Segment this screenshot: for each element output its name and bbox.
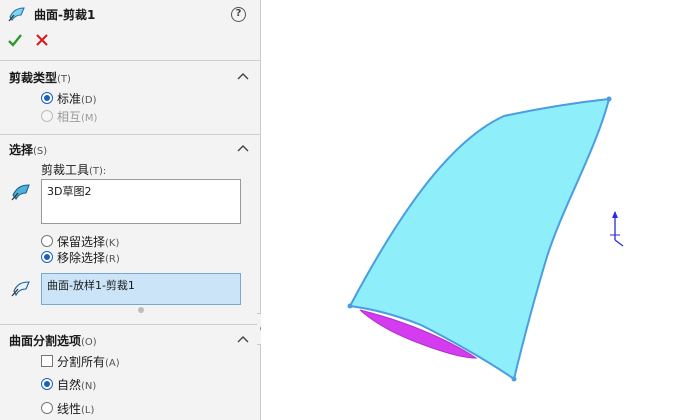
remove-pieces-list[interactable]: 曲面-放样1-剪裁1 — [41, 273, 241, 305]
radio-remove-selection[interactable] — [41, 251, 53, 263]
chevron-up-icon[interactable] — [237, 144, 249, 152]
chevron-up-icon[interactable] — [237, 335, 249, 343]
split-all-checkbox[interactable] — [41, 355, 53, 367]
vertex-point[interactable] — [606, 96, 612, 102]
lofted-surface[interactable] — [348, 97, 611, 381]
divider — [0, 324, 261, 325]
radio-keep-selection[interactable] — [41, 235, 53, 247]
radio-mutual — [41, 110, 53, 122]
radio-linear[interactable] — [41, 402, 53, 414]
radio-keep-selection-label: 保留选择(K) — [57, 235, 120, 249]
surface-trim-icon — [8, 7, 25, 22]
divider — [0, 60, 261, 61]
chevron-up-icon[interactable] — [237, 72, 249, 80]
panel-title: 曲面-剪裁1 — [34, 8, 96, 22]
model-view[interactable] — [261, 0, 700, 420]
remove-pieces-value[interactable]: 曲面-放样1-剪裁1 — [47, 279, 135, 292]
surface-pieces-icon — [11, 281, 30, 297]
selections-group-title[interactable]: 选择(S) — [9, 141, 47, 158]
resize-grip[interactable] — [138, 307, 144, 313]
radio-remove-selection-label: 移除选择(R) — [57, 251, 120, 265]
check-icon[interactable] — [7, 32, 23, 48]
radio-natural[interactable] — [41, 378, 53, 390]
radio-standard[interactable] — [41, 92, 53, 104]
panel-header: 曲面-剪裁1 ? — [0, 0, 261, 28]
graphics-viewport[interactable] — [261, 0, 700, 420]
close-icon[interactable] — [35, 33, 49, 47]
property-manager-panel: 曲面-剪裁1 ? 剪裁类型(T) 标准(D) 相互(M) 选择(S) 剪裁工具(… — [0, 0, 261, 420]
reference-triad-icon — [610, 211, 624, 247]
divider — [0, 134, 261, 135]
trim-tool-icon — [11, 184, 30, 201]
help-icon[interactable]: ? — [231, 7, 246, 22]
vertex-point[interactable] — [511, 376, 517, 382]
split-all-label: 分割所有(A) — [57, 355, 120, 369]
trim-type-group-title[interactable]: 剪裁类型(T) — [9, 69, 71, 86]
radio-mutual-label: 相互(M) — [57, 110, 98, 124]
vertex-point[interactable] — [347, 303, 353, 309]
radio-natural-label: 自然(N) — [57, 378, 97, 392]
split-options-group-title[interactable]: 曲面分割选项(O) — [9, 332, 97, 349]
radio-standard-label: 标准(D) — [57, 92, 97, 106]
trim-tool-label: 剪裁工具(T): — [41, 163, 107, 177]
radio-linear-label: 线性(L) — [57, 402, 95, 416]
trim-tool-list[interactable]: 3D草图2 — [41, 179, 241, 224]
trim-tool-value[interactable]: 3D草图2 — [47, 185, 91, 198]
